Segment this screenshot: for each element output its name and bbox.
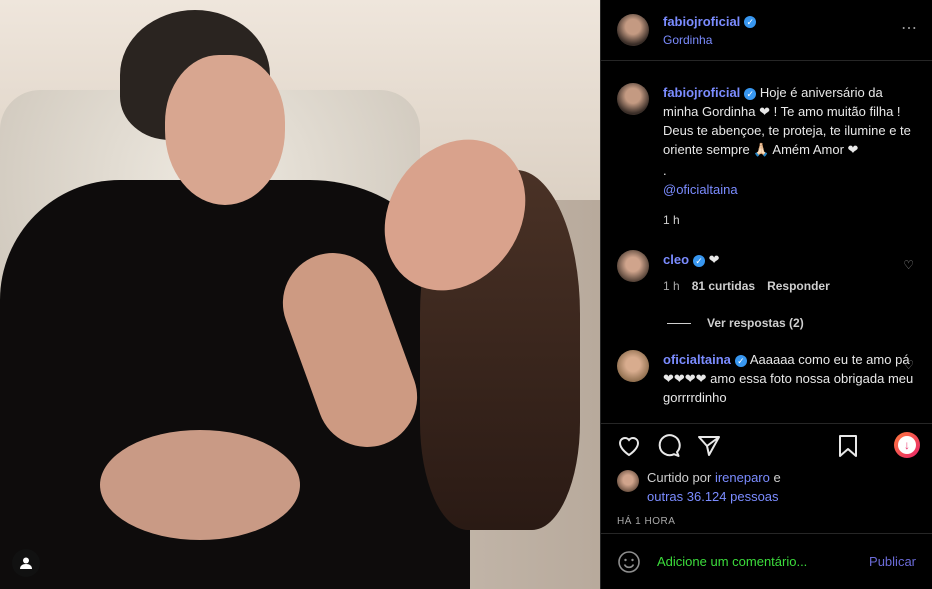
more-options-icon[interactable]: ⋯: [901, 18, 918, 38]
view-replies-label[interactable]: Ver respostas (2): [707, 316, 804, 330]
comment-username[interactable]: cleo: [663, 252, 689, 267]
verified-icon: ✓: [693, 254, 706, 267]
caption-time[interactable]: 1 h: [663, 211, 680, 230]
likes-summary: Curtido por ireneparo e outras 36.124 pe…: [601, 468, 932, 506]
post-timestamp[interactable]: HÁ 1 HORA: [601, 516, 932, 527]
comment-avatar[interactable]: [617, 250, 649, 282]
post-photo[interactable]: [0, 0, 600, 589]
post-location[interactable]: Gordinha: [663, 33, 756, 47]
comment: oficialtaina ✓ Aaaaaa como eu te amo pá ❤…: [601, 350, 932, 407]
caption-avatar[interactable]: [617, 83, 649, 115]
person-icon: [20, 557, 32, 569]
add-comment-bar: Adicione um comentário... Publicar: [601, 533, 932, 589]
like-comment-icon[interactable]: ♡: [903, 358, 914, 372]
caption-username[interactable]: fabiojroficial: [663, 85, 740, 100]
comment-username[interactable]: oficialtaina: [663, 352, 731, 367]
comment-icon[interactable]: [657, 434, 681, 458]
photo-face-man: [165, 55, 285, 205]
comment: cleo ✓ ❤ 1 h 81 curtidas Responder ♡: [601, 250, 932, 296]
caption-dot: .: [663, 163, 667, 178]
caption: fabiojroficial ✓ Hoje é aniversário da mi…: [601, 83, 932, 230]
post-side-panel: fabiojroficial ✓ Gordinha ⋯ fabiojroficia…: [600, 0, 932, 589]
replies-line: [667, 322, 691, 324]
liker-avatar[interactable]: [617, 470, 639, 492]
post-header: fabiojroficial ✓ Gordinha ⋯: [601, 0, 932, 61]
comment-input[interactable]: Adicione um comentário...: [657, 554, 869, 569]
tagged-users-button[interactable]: [12, 549, 40, 577]
liker-username[interactable]: ireneparo: [715, 470, 770, 485]
verified-icon: ✓: [744, 87, 757, 100]
like-comment-icon[interactable]: ♡: [903, 258, 914, 272]
likes-conj: e: [773, 470, 781, 485]
view-replies-button[interactable]: Ver respostas (2): [667, 316, 932, 330]
comment-text: ❤: [708, 252, 720, 267]
post-actions: ↓ Curtido por ireneparo e outras 36.124 …: [601, 423, 932, 527]
comment-avatar[interactable]: [617, 350, 649, 382]
caption-mention[interactable]: @oficialtaina: [663, 180, 916, 199]
action-icons: ↓: [601, 424, 932, 468]
verified-icon: ✓: [734, 354, 747, 367]
verified-icon: ✓: [744, 16, 757, 29]
author-avatar[interactable]: [617, 14, 649, 46]
comment-likes[interactable]: 81 curtidas: [692, 277, 755, 296]
reply-button[interactable]: Responder: [767, 277, 830, 296]
publish-button[interactable]: Publicar: [869, 554, 916, 569]
photo-hands: [100, 430, 300, 540]
download-icon[interactable]: ↓: [894, 432, 920, 458]
likes-others[interactable]: outras 36.124 pessoas: [647, 489, 779, 504]
emoji-icon[interactable]: [617, 550, 641, 574]
author-username[interactable]: fabiojroficial: [663, 14, 740, 29]
comment-time[interactable]: 1 h: [663, 277, 680, 296]
likes-prefix: Curtido por: [647, 470, 712, 485]
save-icon[interactable]: [836, 434, 860, 458]
share-icon[interactable]: [697, 434, 721, 458]
comments-list[interactable]: fabiojroficial ✓ Hoje é aniversário da mi…: [601, 61, 932, 423]
like-icon[interactable]: [617, 434, 641, 458]
